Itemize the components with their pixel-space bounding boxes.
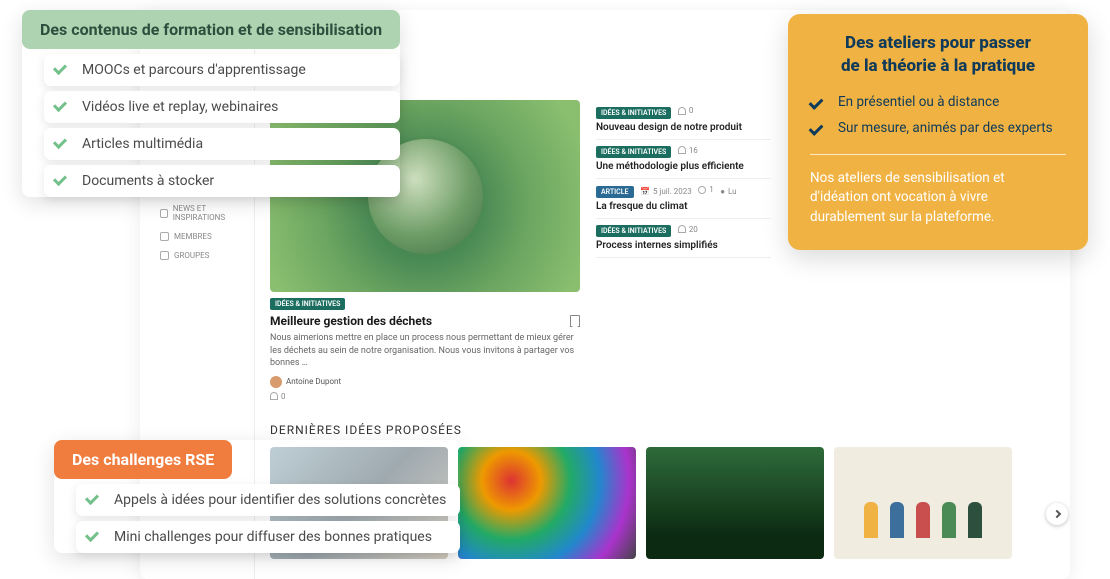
workshops-item: En présentiel ou à distance bbox=[810, 94, 1066, 112]
side-list-item[interactable]: IDÉES & INITIATIVES 0 Nouveau design de … bbox=[596, 100, 771, 140]
category-tag: IDÉES & INITIATIVES bbox=[596, 107, 671, 119]
formation-header: Des contenus de formation et de sensibil… bbox=[22, 10, 400, 49]
featured-body: Nous aimerions mettre en place un proces… bbox=[270, 332, 580, 370]
section-header: DERNIÈRES IDÉES PROPOSÉES bbox=[270, 423, 1060, 437]
people-illustration bbox=[858, 468, 988, 538]
formation-item-label: Vidéos live et replay, webinaires bbox=[82, 99, 278, 115]
formation-item-label: Documents à stocker bbox=[82, 173, 214, 189]
formation-item: Documents à stocker bbox=[44, 165, 400, 197]
members-icon bbox=[160, 232, 169, 241]
check-icon bbox=[86, 491, 104, 509]
item-title: Nouveau design de notre produit bbox=[596, 122, 771, 133]
side-list-item[interactable]: IDÉES & INITIATIVES 16 Une méthodologie … bbox=[596, 140, 771, 180]
chevron-right-icon bbox=[1053, 510, 1061, 518]
item-count: 20 bbox=[678, 225, 698, 234]
eye-icon bbox=[698, 186, 706, 194]
overlay-formation: Des contenus de formation et de sensibil… bbox=[22, 10, 400, 197]
idea-card[interactable] bbox=[458, 447, 636, 559]
check-icon bbox=[54, 98, 72, 116]
sidebar-label: NEWS ET INSPIRATIONS bbox=[173, 204, 244, 222]
challenges-list: Appels à idées pour identifier des solut… bbox=[54, 484, 460, 553]
item-title: Une méthodologie plus efficiente bbox=[596, 161, 771, 172]
overlay-challenges: Des challenges RSE Appels à idées pour i… bbox=[54, 440, 460, 553]
formation-item-label: Articles multimédia bbox=[82, 136, 203, 152]
side-list-item[interactable]: ARTICLE 📅 5 juil. 2023 1 ● Lu La fresque… bbox=[596, 179, 771, 219]
formation-item: MOOCs et parcours d'apprentissage bbox=[44, 54, 400, 86]
workshops-item: Sur mesure, animés par des experts bbox=[810, 120, 1066, 138]
side-list: IDÉES & INITIATIVES 0 Nouveau design de … bbox=[596, 100, 771, 258]
workshops-item-label: Sur mesure, animés par des experts bbox=[838, 120, 1053, 136]
idea-card[interactable] bbox=[646, 447, 824, 559]
formation-list: MOOCs et parcours d'apprentissage Vidéos… bbox=[22, 54, 400, 197]
workshops-title: Des ateliers pour passer de la théorie à… bbox=[810, 32, 1066, 78]
bookmark-icon[interactable] bbox=[570, 315, 580, 327]
item-title: Process internes simplifiés bbox=[596, 240, 771, 251]
sidebar-item-members[interactable]: MEMBRES bbox=[140, 227, 254, 246]
check-icon bbox=[54, 135, 72, 153]
users-icon bbox=[678, 107, 686, 115]
users-icon bbox=[678, 146, 686, 154]
sidebar-label: MEMBRES bbox=[174, 232, 212, 241]
workshops-body: Nos ateliers de sensibilisation et d'idé… bbox=[810, 169, 1066, 228]
formation-item-label: MOOCs et parcours d'apprentissage bbox=[82, 62, 306, 78]
category-tag: IDÉES & INITIATIVES bbox=[596, 225, 671, 237]
users-icon bbox=[270, 392, 278, 400]
item-read: ● Lu bbox=[720, 187, 736, 196]
item-date: 📅 5 juil. 2023 bbox=[640, 187, 692, 196]
check-icon bbox=[54, 61, 72, 79]
challenges-item-label: Mini challenges pour diffuser des bonnes… bbox=[114, 529, 432, 545]
item-title: La fresque du climat bbox=[596, 201, 771, 212]
news-icon bbox=[160, 209, 168, 218]
featured-count: 0 bbox=[270, 392, 580, 401]
carousel-next-button[interactable] bbox=[1046, 503, 1068, 525]
challenges-header: Des challenges RSE bbox=[54, 440, 232, 479]
featured-title: Meilleure gestion des déchets bbox=[270, 314, 580, 328]
item-views: 1 bbox=[698, 185, 714, 194]
featured-author[interactable]: Antoine Dupont bbox=[270, 376, 580, 388]
groups-icon bbox=[160, 251, 169, 260]
check-icon bbox=[54, 172, 72, 190]
workshops-item-label: En présentiel ou à distance bbox=[838, 94, 999, 110]
item-count: 0 bbox=[678, 106, 694, 115]
workshops-list: En présentiel ou à distance Sur mesure, … bbox=[810, 94, 1066, 138]
check-icon bbox=[810, 120, 828, 138]
sidebar-item-groups[interactable]: GROUPES bbox=[140, 246, 254, 265]
check-icon bbox=[810, 94, 828, 112]
challenges-item-label: Appels à idées pour identifier des solut… bbox=[114, 492, 446, 508]
sidebar-label: GROUPES bbox=[174, 251, 209, 260]
users-icon bbox=[678, 225, 686, 233]
sidebar-item-news[interactable]: NEWS ET INSPIRATIONS bbox=[140, 199, 254, 227]
side-list-item[interactable]: IDÉES & INITIATIVES 20 Process internes … bbox=[596, 219, 771, 259]
formation-item: Articles multimédia bbox=[44, 128, 400, 160]
idea-card[interactable] bbox=[834, 447, 1012, 559]
category-tag: ARTICLE bbox=[596, 186, 634, 198]
check-icon bbox=[86, 528, 104, 546]
category-tag: IDÉES & INITIATIVES bbox=[596, 146, 671, 158]
avatar bbox=[270, 376, 282, 388]
item-count: 16 bbox=[678, 146, 698, 155]
challenges-item: Appels à idées pour identifier des solut… bbox=[76, 484, 460, 516]
divider bbox=[810, 154, 1066, 155]
featured-card: IDÉES & INITIATIVES Meilleure gestion de… bbox=[270, 298, 580, 401]
category-tag: IDÉES & INITIATIVES bbox=[270, 298, 345, 310]
overlay-workshops: Des ateliers pour passer de la théorie à… bbox=[788, 14, 1088, 250]
challenges-item: Mini challenges pour diffuser des bonnes… bbox=[76, 521, 460, 553]
formation-item: Vidéos live et replay, webinaires bbox=[44, 91, 400, 123]
